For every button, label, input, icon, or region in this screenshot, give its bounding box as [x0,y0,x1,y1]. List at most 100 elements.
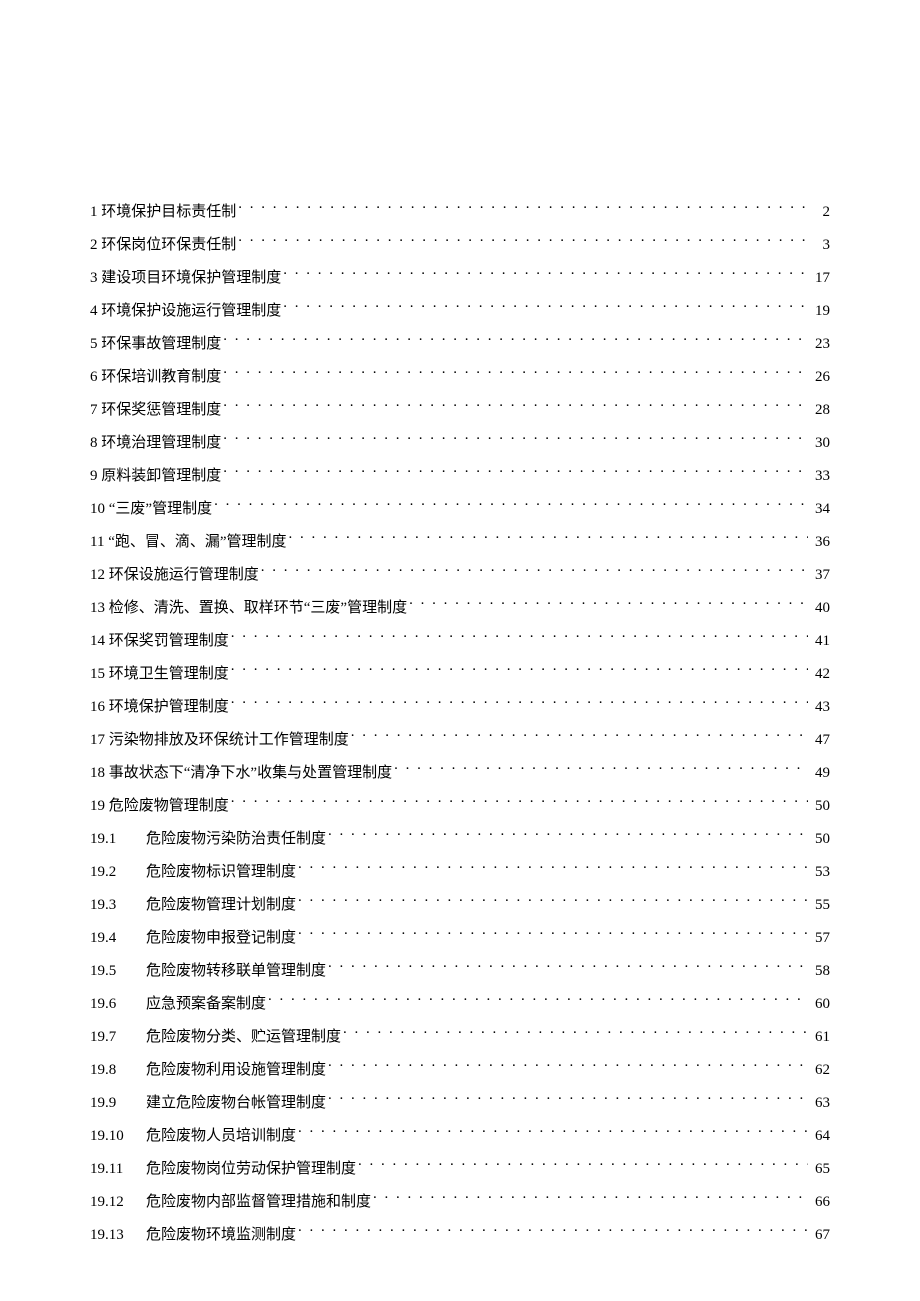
toc-leader-dots [231,630,808,645]
toc-label: 19 危险废物管理制度 [90,794,229,818]
toc-entry[interactable]: 11 “跑、冒、滴、漏”管理制度 36 [90,530,830,554]
toc-page-number: 2 [810,200,830,224]
toc-page-number: 40 [810,596,830,620]
toc-label: 9 原料装卸管理制度 [90,464,221,488]
toc-entry[interactable]: 18 事故状态下“清净下水”收集与处置管理制度49 [90,761,830,785]
toc-entry[interactable]: 1 环境保护目标责任制2 [90,200,830,224]
toc-page-number: 57 [810,926,830,950]
toc-label: 7 环保奖惩管理制度 [90,398,221,422]
toc-entry[interactable]: 12 环保设施运行管理制度37 [90,563,830,587]
toc-number: 19.4 [90,926,146,950]
toc-entry[interactable]: 19.2危险废物标识管理制度53 [90,860,830,884]
toc-entry[interactable]: 17 污染物排放及环保统计工作管理制度 47 [90,728,830,752]
toc-entry[interactable]: 4 环境保护设施运行管理制度19 [90,299,830,323]
toc-entry[interactable]: 19.13危险废物环境监测制度67 [90,1223,830,1247]
toc-entry[interactable]: 9 原料装卸管理制度33 [90,464,830,488]
toc-page-number: 36 [810,530,830,554]
toc-entry[interactable]: 19.8危险废物利用设施管理制度62 [90,1058,830,1082]
toc-label: 危险废物申报登记制度 [146,926,296,950]
toc-page-number: 19 [810,299,830,323]
toc-label: 建立危险废物台帐管理制度 [146,1091,326,1115]
toc-entry[interactable]: 5 环保事故管理制度23 [90,332,830,356]
toc-entry[interactable]: 19 危险废物管理制度50 [90,794,830,818]
toc-entry[interactable]: 19.3危险废物管理计划制度55 [90,893,830,917]
toc-leader-dots [231,696,808,711]
toc-leader-dots [409,597,808,612]
toc-entry[interactable]: 19.10危险废物人员培训制度64 [90,1124,830,1148]
toc-label: 16 环境保护管理制度 [90,695,229,719]
toc-page-number: 42 [810,662,830,686]
toc-label: 17 污染物排放及环保统计工作管理制度 [90,728,349,752]
toc-page-number: 50 [810,827,830,851]
toc-page-number: 65 [810,1157,830,1181]
toc-label: 危险废物标识管理制度 [146,860,296,884]
toc-leader-dots [351,729,808,744]
toc-page-number: 55 [810,893,830,917]
toc-leader-dots [223,366,808,381]
toc-page-number: 30 [810,431,830,455]
toc-entry[interactable]: 14 环保奖罚管理制度 41 [90,629,830,653]
toc-entry[interactable]: 15 环境卫生管理制度 42 [90,662,830,686]
toc-page-number: 47 [810,728,830,752]
toc-leader-dots [283,267,808,282]
toc-leader-dots [238,234,808,249]
toc-page-number: 28 [810,398,830,422]
toc-entry[interactable]: 19.1危险废物污染防治责任制度50 [90,827,830,851]
toc-label: 10 “三废”管理制度 [90,497,212,521]
toc-page-number: 17 [810,266,830,290]
toc-number: 19.11 [90,1157,146,1181]
toc-page-number: 63 [810,1091,830,1115]
toc-entry[interactable]: 3 建设项目环境保护管理制度17 [90,266,830,290]
toc-leader-dots [328,828,808,843]
toc-entry[interactable]: 6 环保培训教育制度26 [90,365,830,389]
toc-leader-dots [298,1125,808,1140]
toc-number: 19.9 [90,1091,146,1115]
toc-label: 危险废物内部监督管理措施和制度 [146,1190,371,1214]
toc-leader-dots [214,498,808,513]
toc-entry[interactable]: 19.9建立危险废物台帐管理制度 63 [90,1091,830,1115]
toc-leader-dots [261,564,808,579]
toc-label: 危险废物人员培训制度 [146,1124,296,1148]
toc-entry[interactable]: 8 环境治理管理制度30 [90,431,830,455]
toc-number: 19.8 [90,1058,146,1082]
toc-entry[interactable]: 19.12危险废物内部监督管理措施和制度66 [90,1190,830,1214]
toc-label: 5 环保事故管理制度 [90,332,221,356]
toc-entry[interactable]: 2 环保岗位环保责任制 3 [90,233,830,257]
toc-label: 11 “跑、冒、滴、漏”管理制度 [90,530,287,554]
toc-leader-dots [283,300,808,315]
toc-page-number: 66 [810,1190,830,1214]
toc-number: 19.10 [90,1124,146,1148]
table-of-contents: 1 环境保护目标责任制2 2 环保岗位环保责任制 3 3 建设项目环境保护管理制度17… [90,200,830,1247]
toc-leader-dots [328,1059,808,1074]
toc-entry[interactable]: 7 环保奖惩管理制度 28 [90,398,830,422]
toc-entry[interactable]: 19.4危险废物申报登记制度 57 [90,926,830,950]
toc-page-number: 41 [810,629,830,653]
toc-leader-dots [358,1158,808,1173]
toc-page-number: 3 [810,233,830,257]
toc-leader-dots [328,960,808,975]
toc-entry[interactable]: 19.6应急预案备案制度60 [90,992,830,1016]
toc-page-number: 53 [810,860,830,884]
toc-entry[interactable]: 13 检修、清洗、置换、取样环节“三废”管理制度 40 [90,596,830,620]
toc-leader-dots [231,795,808,810]
toc-entry[interactable]: 16 环境保护管理制度43 [90,695,830,719]
toc-label: 14 环保奖罚管理制度 [90,629,229,653]
toc-page-number: 37 [810,563,830,587]
toc-leader-dots [298,1224,808,1239]
toc-number: 19.13 [90,1223,146,1247]
toc-label: 应急预案备案制度 [146,992,266,1016]
toc-leader-dots [223,432,808,447]
toc-entry[interactable]: 19.11危险废物岗位劳动保护管理制度 65 [90,1157,830,1181]
toc-entry[interactable]: 10 “三废”管理制度34 [90,497,830,521]
toc-label: 危险废物岗位劳动保护管理制度 [146,1157,356,1181]
toc-entry[interactable]: 19.7危险废物分类、贮运管理制度61 [90,1025,830,1049]
toc-label: 危险废物管理计划制度 [146,893,296,917]
toc-label: 13 检修、清洗、置换、取样环节“三废”管理制度 [90,596,407,620]
toc-label: 15 环境卫生管理制度 [90,662,229,686]
toc-number: 19.5 [90,959,146,983]
toc-label: 18 事故状态下“清净下水”收集与处置管理制度 [90,761,392,785]
toc-label: 2 环保岗位环保责任制 [90,233,236,257]
toc-entry[interactable]: 19.5危险废物转移联单管理制度58 [90,959,830,983]
toc-page-number: 62 [810,1058,830,1082]
toc-leader-dots [289,531,808,546]
